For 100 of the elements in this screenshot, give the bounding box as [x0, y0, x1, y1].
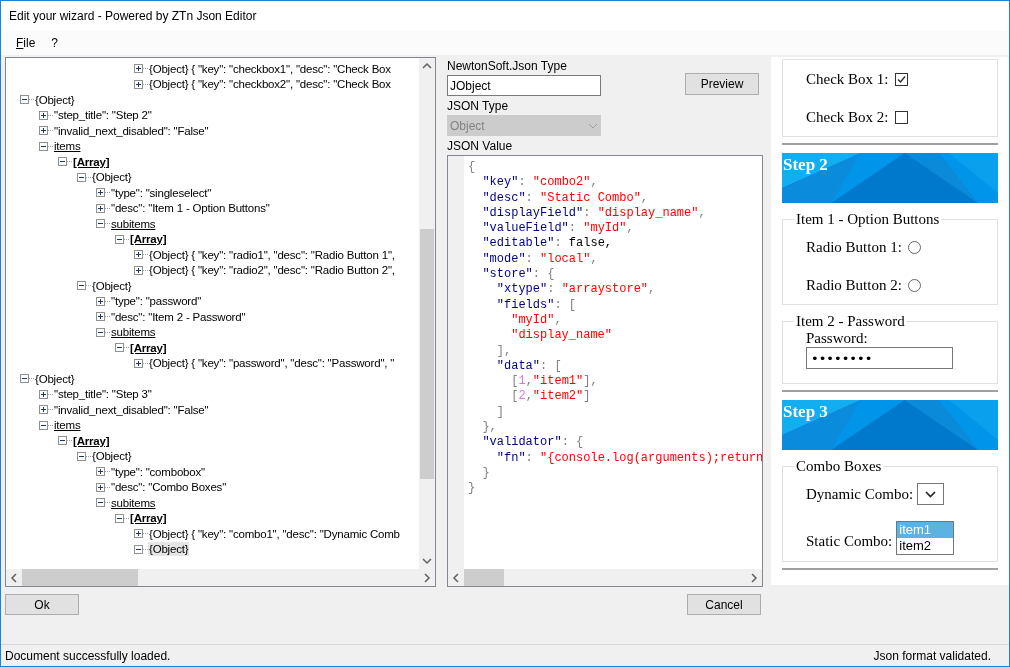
tree-node[interactable]: [Array]	[72, 433, 111, 448]
tree-node[interactable]: subitems	[110, 216, 157, 231]
expand-icon[interactable]	[96, 188, 105, 198]
collapse-icon[interactable]	[20, 95, 29, 105]
chevron-down-icon	[925, 490, 937, 498]
dropdown[interactable]	[917, 483, 945, 505]
preview-button[interactable]: Preview	[685, 73, 759, 95]
list-option[interactable]: item2	[897, 538, 954, 554]
tree-node[interactable]: [Array]	[129, 340, 168, 355]
tree-node[interactable]: subitems	[110, 325, 157, 340]
tree-node[interactable]: "desc": "Item 2 - Password"	[110, 309, 247, 324]
tree-node[interactable]: "step_title": "Step 2"	[53, 108, 153, 123]
field-label: JSON Type	[447, 98, 510, 114]
expand-icon[interactable]	[39, 126, 48, 136]
expand-icon[interactable]	[134, 79, 143, 89]
collapse-icon[interactable]	[77, 172, 86, 182]
menu-item[interactable]: File	[9, 34, 43, 52]
scroll-thumb[interactable]	[464, 569, 504, 586]
expand-icon[interactable]	[134, 265, 143, 275]
tree-node[interactable]: {Object}	[91, 170, 133, 185]
expand-icon[interactable]	[96, 296, 105, 306]
code-line: "myId",	[510, 312, 562, 329]
expand-icon[interactable]	[134, 358, 143, 368]
code-line: "editable": false,	[481, 236, 613, 252]
horizontal-scrollbar[interactable]	[448, 569, 762, 586]
tree-node[interactable]: items	[53, 418, 82, 433]
expand-icon[interactable]	[134, 64, 143, 74]
tree-node[interactable]: [Array]	[129, 511, 168, 526]
chevron-down-icon	[588, 122, 598, 129]
collapse-icon[interactable]	[77, 451, 86, 461]
expand-icon[interactable]	[39, 405, 48, 415]
tree-node[interactable]: {Object}	[34, 371, 76, 386]
vertical-scrollbar[interactable]	[419, 58, 435, 569]
code-line: "valueField": "myId",	[481, 221, 634, 237]
expand-icon[interactable]	[96, 482, 105, 492]
collapse-icon[interactable]	[20, 374, 29, 384]
tree-node[interactable]: {Object} { "key": "password", "desc": "Password", "	[148, 356, 396, 371]
tree-node[interactable]: [Array]	[129, 232, 168, 247]
collapse-icon[interactable]	[115, 234, 124, 244]
tree-node[interactable]: {Object}	[91, 449, 133, 464]
tree-node[interactable]: {Object} { "key": "checkbox1", "desc": "Check Box	[148, 61, 392, 76]
tree-node[interactable]: "desc": "Combo Boxes"	[110, 480, 228, 495]
collapse-icon[interactable]	[58, 157, 67, 167]
scroll-thumb[interactable]	[420, 229, 434, 479]
code-line: "display_name"	[510, 328, 613, 344]
tree-node[interactable]: items	[53, 139, 82, 154]
scroll-thumb[interactable]	[22, 569, 138, 586]
step-title: Step 3	[782, 402, 828, 421]
code-editor[interactable]	[447, 155, 763, 587]
tree-node[interactable]: "invalid_next_disabled": "False"	[53, 402, 210, 417]
expand-icon[interactable]	[134, 529, 143, 539]
collapse-icon[interactable]	[96, 219, 105, 229]
tree-node[interactable]: {Object}	[148, 542, 190, 557]
tree-node[interactable]: "desc": "Item 1 - Option Buttons"	[110, 201, 271, 216]
collapse-icon[interactable]	[39, 420, 48, 430]
collapse-icon[interactable]	[39, 141, 48, 151]
tree-node[interactable]: "type": "password"	[110, 294, 203, 309]
tree-node[interactable]: "invalid_next_disabled": "False"	[53, 123, 210, 138]
tree-node[interactable]: {Object} { "key": "checkbox2", "desc": "Check Box	[148, 77, 392, 92]
field-label: JSON Value	[447, 138, 514, 154]
tree-node[interactable]: "type": "singleselect"	[110, 185, 213, 200]
tree-node[interactable]: [Array]	[72, 154, 111, 169]
tree-node[interactable]: {Object} { "key": "combo1", "desc": "Dynamic Comb	[148, 526, 401, 541]
password-field[interactable]: ••••••••	[806, 347, 953, 369]
expand-icon[interactable]	[39, 110, 48, 120]
collapse-icon[interactable]	[115, 343, 124, 353]
checkbox[interactable]	[894, 72, 908, 86]
code-line: ]	[495, 404, 504, 421]
checkbox[interactable]	[894, 110, 908, 124]
code-line: "mode": "local",	[481, 251, 598, 268]
expand-icon[interactable]	[134, 250, 143, 260]
code-line: "validator": {	[481, 435, 584, 451]
code-line: "displayField": "display_name",	[481, 205, 706, 222]
tree-node[interactable]: subitems	[110, 495, 157, 510]
type-field[interactable]: JObject	[447, 75, 601, 96]
collapse-icon[interactable]	[58, 436, 67, 446]
expand-icon[interactable]	[39, 389, 48, 399]
listbox[interactable]: item1 item2	[896, 521, 955, 555]
expand-icon[interactable]	[96, 467, 105, 477]
tree-node[interactable]: {Object}	[34, 92, 76, 107]
collapse-icon[interactable]	[96, 327, 105, 337]
expand-icon[interactable]	[96, 312, 105, 322]
status-text: Json format validated.	[873, 647, 991, 665]
collapse-icon[interactable]	[96, 498, 105, 508]
collapse-icon[interactable]	[77, 281, 86, 291]
collapse-icon[interactable]	[115, 513, 124, 523]
code-line: [2,"item2"]	[510, 389, 591, 405]
expand-icon[interactable]	[96, 203, 105, 213]
cancel-button[interactable]: Cancel	[687, 594, 761, 615]
horizontal-scrollbar[interactable]	[6, 569, 435, 586]
tree-node[interactable]: {Object}	[91, 278, 133, 293]
collapse-icon[interactable]	[134, 544, 143, 554]
tree-node[interactable]: "step_title": "Step 3"	[53, 387, 153, 402]
tree-node[interactable]: {Object} { "key": "radio1", "desc": "Radio Button 1",	[148, 247, 396, 262]
menu-item[interactable]: ?	[44, 34, 66, 52]
tree-node[interactable]: {Object} { "key": "radio2", "desc": "Radio Button 2",	[148, 263, 396, 278]
ok-button[interactable]: Ok	[5, 594, 79, 615]
status-text: Document successfully loaded.	[5, 647, 171, 665]
tree-node[interactable]: "type": "combobox"	[110, 464, 206, 479]
code-line: }	[481, 465, 490, 482]
